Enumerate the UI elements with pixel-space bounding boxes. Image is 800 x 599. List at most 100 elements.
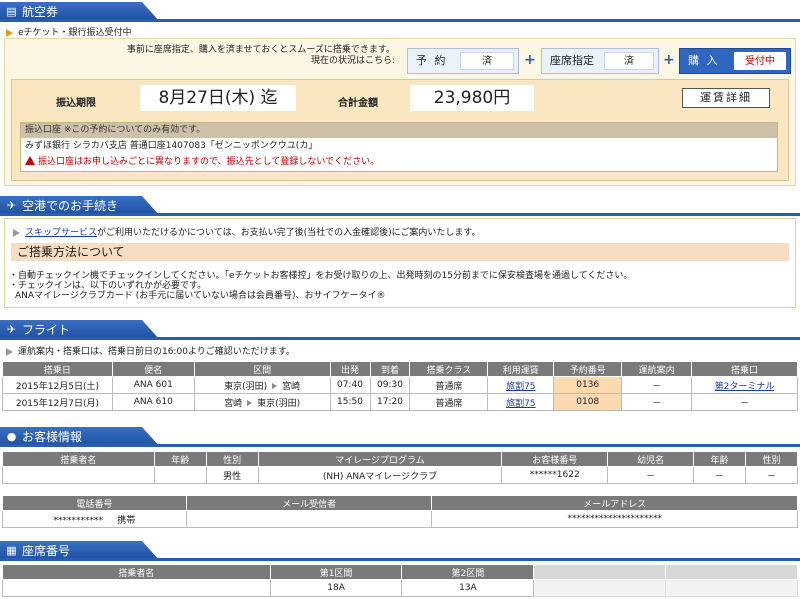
account-warning: 振込口座はお申し込みごとに異なりますので、振込先として登録しないでください。 xyxy=(21,154,777,170)
flight-note-text: 運航案内・搭乗口は、搭乗日前日の16:00よりご確認いただけます。 xyxy=(18,347,295,357)
col-mail-receiver: メール受信者 xyxy=(185,495,433,511)
status-note: 事前に座席指定、購入を済ませておくとスムーズに搭乗できます。 現在の状況はこちら… xyxy=(115,45,395,67)
customer-table-header: 搭乗者名 年齢 性別 マイレージプログラム お客様番号 幼児名 年齢 性別 xyxy=(2,451,798,467)
route-to: 宮崎 xyxy=(282,381,301,392)
flight-number: ANA 610 xyxy=(111,393,195,411)
col-mileage-program: マイレージプログラム xyxy=(257,451,503,467)
customer-table: 搭乗者名 年齢 性別 マイレージプログラム お客様番号 幼児名 年齢 性別 男性… xyxy=(2,451,798,484)
cabin-class: 普通席 xyxy=(409,393,489,411)
mail-receiver xyxy=(185,510,433,528)
gate-link[interactable]: 第2ターミナル xyxy=(715,382,775,392)
col-infant-age: 年齢 xyxy=(693,451,747,467)
gate: 第2ターミナル xyxy=(691,376,798,394)
status-note-line2: 現在の状況はこちら: xyxy=(310,56,395,66)
col-segment-2: 第2区間 xyxy=(401,564,535,580)
airport-section-title: 空港でのお手続き xyxy=(22,199,119,213)
bullet-icon xyxy=(6,28,13,37)
contact-table: 電話番号 メール受信者 メールアドレス *********** 携帯 *****… xyxy=(2,495,798,528)
reservation-number: 0136 xyxy=(553,376,623,394)
fare-detail-button[interactable]: 運賃詳細 xyxy=(682,88,770,108)
route-to: 東京(羽田) xyxy=(257,398,301,409)
col-date: 搭乗日 xyxy=(2,361,113,377)
col-gate: 搭乗口 xyxy=(691,361,798,377)
bullet-icon xyxy=(13,228,20,237)
airport-panel: スキップサービスがご利用いただけるかについては、お支払い完了後(当社での入金確認… xyxy=(4,218,796,308)
step-seat-value: 済 xyxy=(604,52,654,70)
skip-service-link[interactable]: スキップサービス xyxy=(25,228,97,238)
col-empty xyxy=(533,564,667,580)
flight-route: 東京(羽田) 宮崎 xyxy=(193,376,331,394)
col-phone: 電話番号 xyxy=(2,495,187,511)
phone-number: *********** xyxy=(53,515,103,526)
seat-table-header: 搭乗者名 第1区間 第2区間 xyxy=(2,564,798,580)
infant-gender: － xyxy=(745,466,798,484)
skip-service-text: がご利用いただけるかについては、お支払い完了後(当社での入金確認後)にご案内いた… xyxy=(97,228,481,238)
arrival-time: 17:20 xyxy=(369,393,411,411)
deadline-label: 振込期限 xyxy=(56,98,96,109)
table-row: 男性 (NH) ANAマイレージクラブ ******1622 － － － xyxy=(2,466,798,484)
col-reservation-number: 予約番号 xyxy=(553,361,623,377)
col-infant-name: 幼児名 xyxy=(607,451,695,467)
bullet-icon xyxy=(6,347,13,356)
airport-icon: ✈ xyxy=(6,199,17,212)
arrow-right-icon xyxy=(272,383,278,389)
status-note-line1: 事前に座席指定、購入を済ませておくとスムーズに搭乗できます。 xyxy=(126,45,395,55)
route-from: 東京(羽田) xyxy=(224,381,268,392)
route-from: 宮崎 xyxy=(224,398,243,409)
col-age: 年齢 xyxy=(153,451,207,467)
boarding-line-2: ・チェックインは、以下のいずれかが必要です。 xyxy=(9,281,207,291)
departure-time: 15:50 xyxy=(329,393,371,411)
account-info: みずほ銀行 シラカバ支店 普通口座1407083「ゼンニッポンクウユ(カ」 xyxy=(25,141,318,151)
fare-link[interactable]: 旅割75 xyxy=(506,382,535,392)
step-reservation: 予 約 済 xyxy=(407,48,519,74)
warning-icon xyxy=(25,156,35,165)
ticket-icon: ▤ xyxy=(6,5,17,18)
step-reservation-label: 予 約 xyxy=(416,54,448,67)
account-box: 振込口座 ※この予約についてのみ有効です。 みずほ銀行 シラカバ支店 普通口座1… xyxy=(20,122,778,172)
step-reservation-value: 済 xyxy=(460,52,514,70)
fare-link[interactable]: 旅割75 xyxy=(506,399,535,409)
seat-section-header: ▦ 座席番号 xyxy=(0,541,800,561)
table-row: 18A 13A xyxy=(2,579,798,597)
contact-table-header: 電話番号 メール受信者 メールアドレス xyxy=(2,495,798,511)
col-fare: 利用運賃 xyxy=(487,361,555,377)
ticket-section-header: ▤ 航空券 xyxy=(0,2,800,22)
airport-section-header: ✈ 空港でのお手続き xyxy=(0,196,800,216)
col-empty xyxy=(665,564,798,580)
col-passenger-name: 搭乗者名 xyxy=(2,451,155,467)
table-row: 2015年12月5日(土) ANA 601 東京(羽田) 宮崎 07:40 09:… xyxy=(2,376,798,394)
table-row: 2015年12月7日(月) ANA 610 宮崎 東京(羽田) 15:50 17:… xyxy=(2,393,798,411)
col-mail-address: メールアドレス xyxy=(431,495,798,511)
col-passenger-name: 搭乗者名 xyxy=(2,564,271,580)
step-purchase-label: 購 入 xyxy=(688,54,720,67)
ticket-section-title: 航空券 xyxy=(22,5,59,19)
flight-date: 2015年12月7日(月) xyxy=(2,393,113,411)
step-seat-label: 座席指定 xyxy=(550,54,594,67)
phone-cell: *********** 携帯 xyxy=(2,510,187,528)
flight-note: 運航案内・搭乗口は、搭乗日前日の16:00よりご確認いただけます。 xyxy=(6,344,295,357)
plus-sign: + xyxy=(663,52,675,68)
fare-type: 旅割75 xyxy=(487,393,555,411)
deadline-value: 8月27日(木) 迄 xyxy=(140,85,296,111)
customer-section-header: ● お客様情報 xyxy=(0,427,800,447)
col-flight: 便名 xyxy=(111,361,195,377)
col-gender: 性別 xyxy=(205,451,259,467)
seat-section-title: 座席番号 xyxy=(22,544,71,558)
col-infant-gender: 性別 xyxy=(745,451,798,467)
flight-section-title: フライト xyxy=(22,323,71,337)
plus-sign: + xyxy=(524,52,536,68)
col-operation-info: 運航案内 xyxy=(621,361,693,377)
boarding-line-3: ANAマイレージクラブカード (お手元に届いていない場合は会員番号)、おサイフケ… xyxy=(15,291,386,301)
col-arrival: 到着 xyxy=(369,361,411,377)
mail-address: ********************* xyxy=(431,510,798,528)
col-customer-number: お客様番号 xyxy=(501,451,609,467)
ticket-panel: 事前に座席指定、購入を済ませておくとスムーズに搭乗できます。 現在の状況はこちら… xyxy=(4,38,796,186)
seat-empty xyxy=(665,579,798,597)
phone-type: 携帯 xyxy=(117,515,136,526)
step-seat: 座席指定 済 xyxy=(541,48,659,74)
boarding-method-title: ご搭乗方法について xyxy=(11,243,789,261)
passenger-age xyxy=(153,466,207,484)
total-label: 合計金額 xyxy=(338,98,378,109)
total-value: 23,980円 xyxy=(410,85,534,111)
step-purchase-value: 受付中 xyxy=(734,52,786,70)
